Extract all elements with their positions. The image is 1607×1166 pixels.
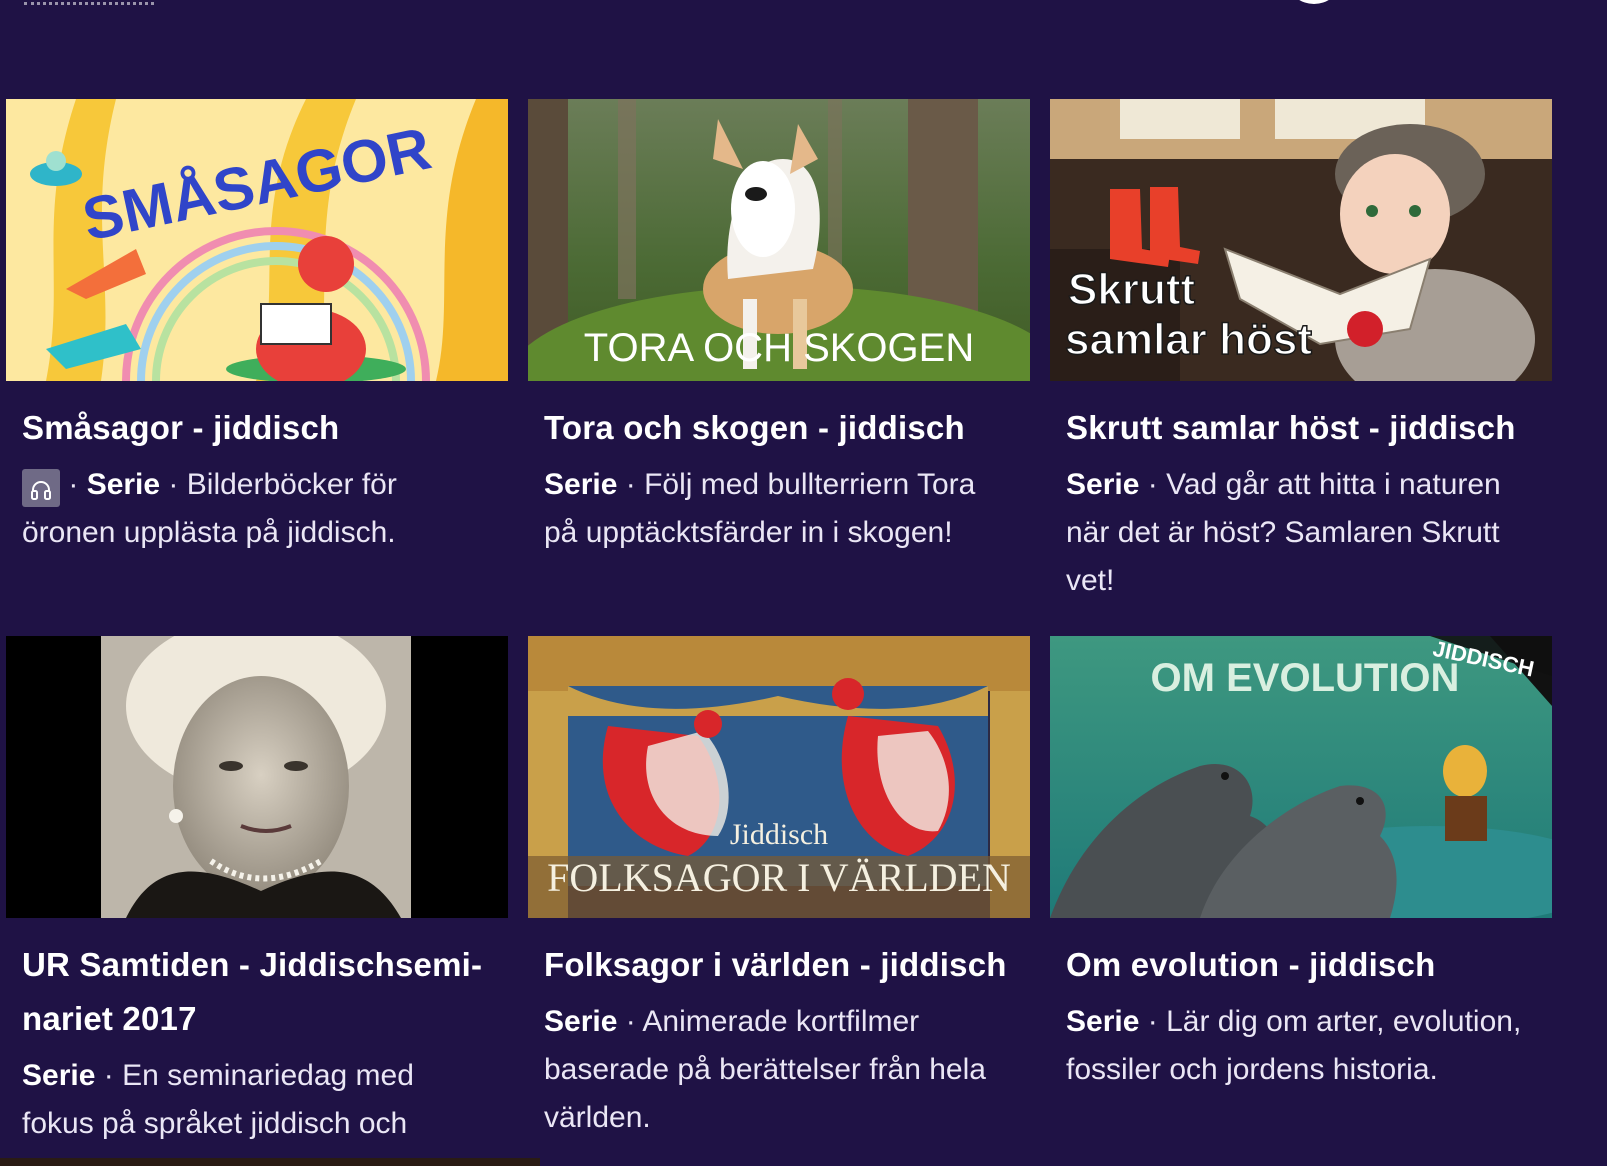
thumb-title-line1: Jiddisch bbox=[730, 818, 828, 851]
card-thumbnail[interactable]: SMÅSAGOR bbox=[6, 99, 508, 381]
series-card-om-evolution[interactable]: OM EVOLUTION JIDDISCH Om evolution - jid… bbox=[1050, 636, 1552, 1094]
type-label: Serie bbox=[22, 1059, 96, 1092]
top-bar bbox=[0, 0, 1607, 40]
headphones-icon bbox=[22, 469, 60, 507]
type-label: Serie bbox=[544, 468, 618, 501]
meta-separator: · bbox=[168, 468, 179, 501]
card-meta: · Serie · Bilderböcker för öronen uppläs… bbox=[22, 461, 492, 557]
thumb-title-line1: Skrutt bbox=[1068, 265, 1195, 314]
smasagor-illustration: SMÅSAGOR bbox=[6, 99, 508, 381]
card-title[interactable]: Om evolution - jiddisch bbox=[1066, 938, 1536, 992]
meta-separator: · bbox=[1147, 1005, 1158, 1038]
card-title[interactable]: UR Samtiden - Jiddischsemi-nariet 2017 bbox=[22, 938, 492, 1046]
card-thumbnail[interactable]: Skrutt samlar höst bbox=[1050, 99, 1552, 381]
card-thumbnail[interactable]: Jiddisch FOLKSAGOR I VÄRLDEN bbox=[528, 636, 1030, 918]
thumb-title-line2: samlar höst bbox=[1065, 315, 1312, 364]
type-label: Serie bbox=[1066, 1005, 1140, 1038]
card-thumbnail[interactable] bbox=[6, 636, 508, 918]
card-meta: Serie · En seminariedag med fokus på spr… bbox=[22, 1052, 492, 1148]
profile-avatar[interactable] bbox=[1290, 0, 1338, 4]
bottom-edge-strip bbox=[0, 1158, 540, 1166]
series-card-smasagor[interactable]: SMÅSAGOR Småsagor - jiddisch · Serie · B… bbox=[6, 99, 508, 557]
type-label: Serie bbox=[1066, 468, 1140, 501]
card-title[interactable]: Småsagor - jiddisch bbox=[22, 401, 492, 455]
meta-separator: · bbox=[68, 468, 79, 501]
card-title[interactable]: Skrutt samlar höst - jiddisch bbox=[1066, 401, 1536, 455]
meta-separator: · bbox=[625, 468, 636, 501]
card-thumbnail[interactable]: OM EVOLUTION JIDDISCH bbox=[1050, 636, 1552, 918]
tora-forest-photo: TORA OCH SKOGEN bbox=[528, 99, 1030, 381]
folksagor-illustration: Jiddisch FOLKSAGOR I VÄRLDEN bbox=[528, 636, 1030, 918]
card-meta: Serie · Animerade kortfilmer baserade på… bbox=[544, 998, 1014, 1142]
card-thumbnail[interactable]: TORA OCH SKOGEN bbox=[528, 99, 1030, 381]
thumb-title-text: TORA OCH SKOGEN bbox=[584, 326, 974, 370]
thumb-title-line1: OM EVOLUTION bbox=[1151, 656, 1460, 700]
series-card-skrutt[interactable]: Skrutt samlar höst Skrutt samlar höst - … bbox=[1050, 99, 1552, 605]
skrutt-puppet-scene: Skrutt samlar höst bbox=[1050, 99, 1552, 381]
site-logo[interactable] bbox=[24, 0, 154, 5]
card-meta: Serie · Följ med bullterriern Tora på up… bbox=[544, 461, 1014, 557]
series-card-tora[interactable]: TORA OCH SKOGEN Tora och skogen - jiddis… bbox=[528, 99, 1030, 557]
card-description: Bilderböcker för öronen upplästa på jidd… bbox=[22, 468, 397, 549]
series-card-folksagor[interactable]: Jiddisch FOLKSAGOR I VÄRLDEN Folksagor i… bbox=[528, 636, 1030, 1142]
card-meta: Serie · Lär dig om arter, evolution, fos… bbox=[1066, 998, 1536, 1094]
portrait-photo bbox=[6, 636, 508, 918]
type-label: Serie bbox=[86, 468, 161, 501]
card-title[interactable]: Tora och skogen - jiddisch bbox=[544, 401, 1014, 455]
card-meta: Serie · Vad går att hitta i naturen när … bbox=[1066, 461, 1536, 605]
meta-separator: · bbox=[103, 1059, 114, 1092]
meta-separator: · bbox=[1147, 468, 1158, 501]
evolution-illustration: OM EVOLUTION JIDDISCH bbox=[1050, 636, 1552, 918]
type-label: Serie bbox=[544, 1005, 618, 1038]
thumb-title-line2: FOLKSAGOR I VÄRLDEN bbox=[547, 855, 1011, 900]
series-card-ur-samtiden[interactable]: UR Samtiden - Jiddischsemi-nariet 2017 S… bbox=[6, 636, 508, 1148]
meta-separator: · bbox=[625, 1005, 636, 1038]
card-title[interactable]: Folksagor i världen - jiddisch bbox=[544, 938, 1014, 992]
